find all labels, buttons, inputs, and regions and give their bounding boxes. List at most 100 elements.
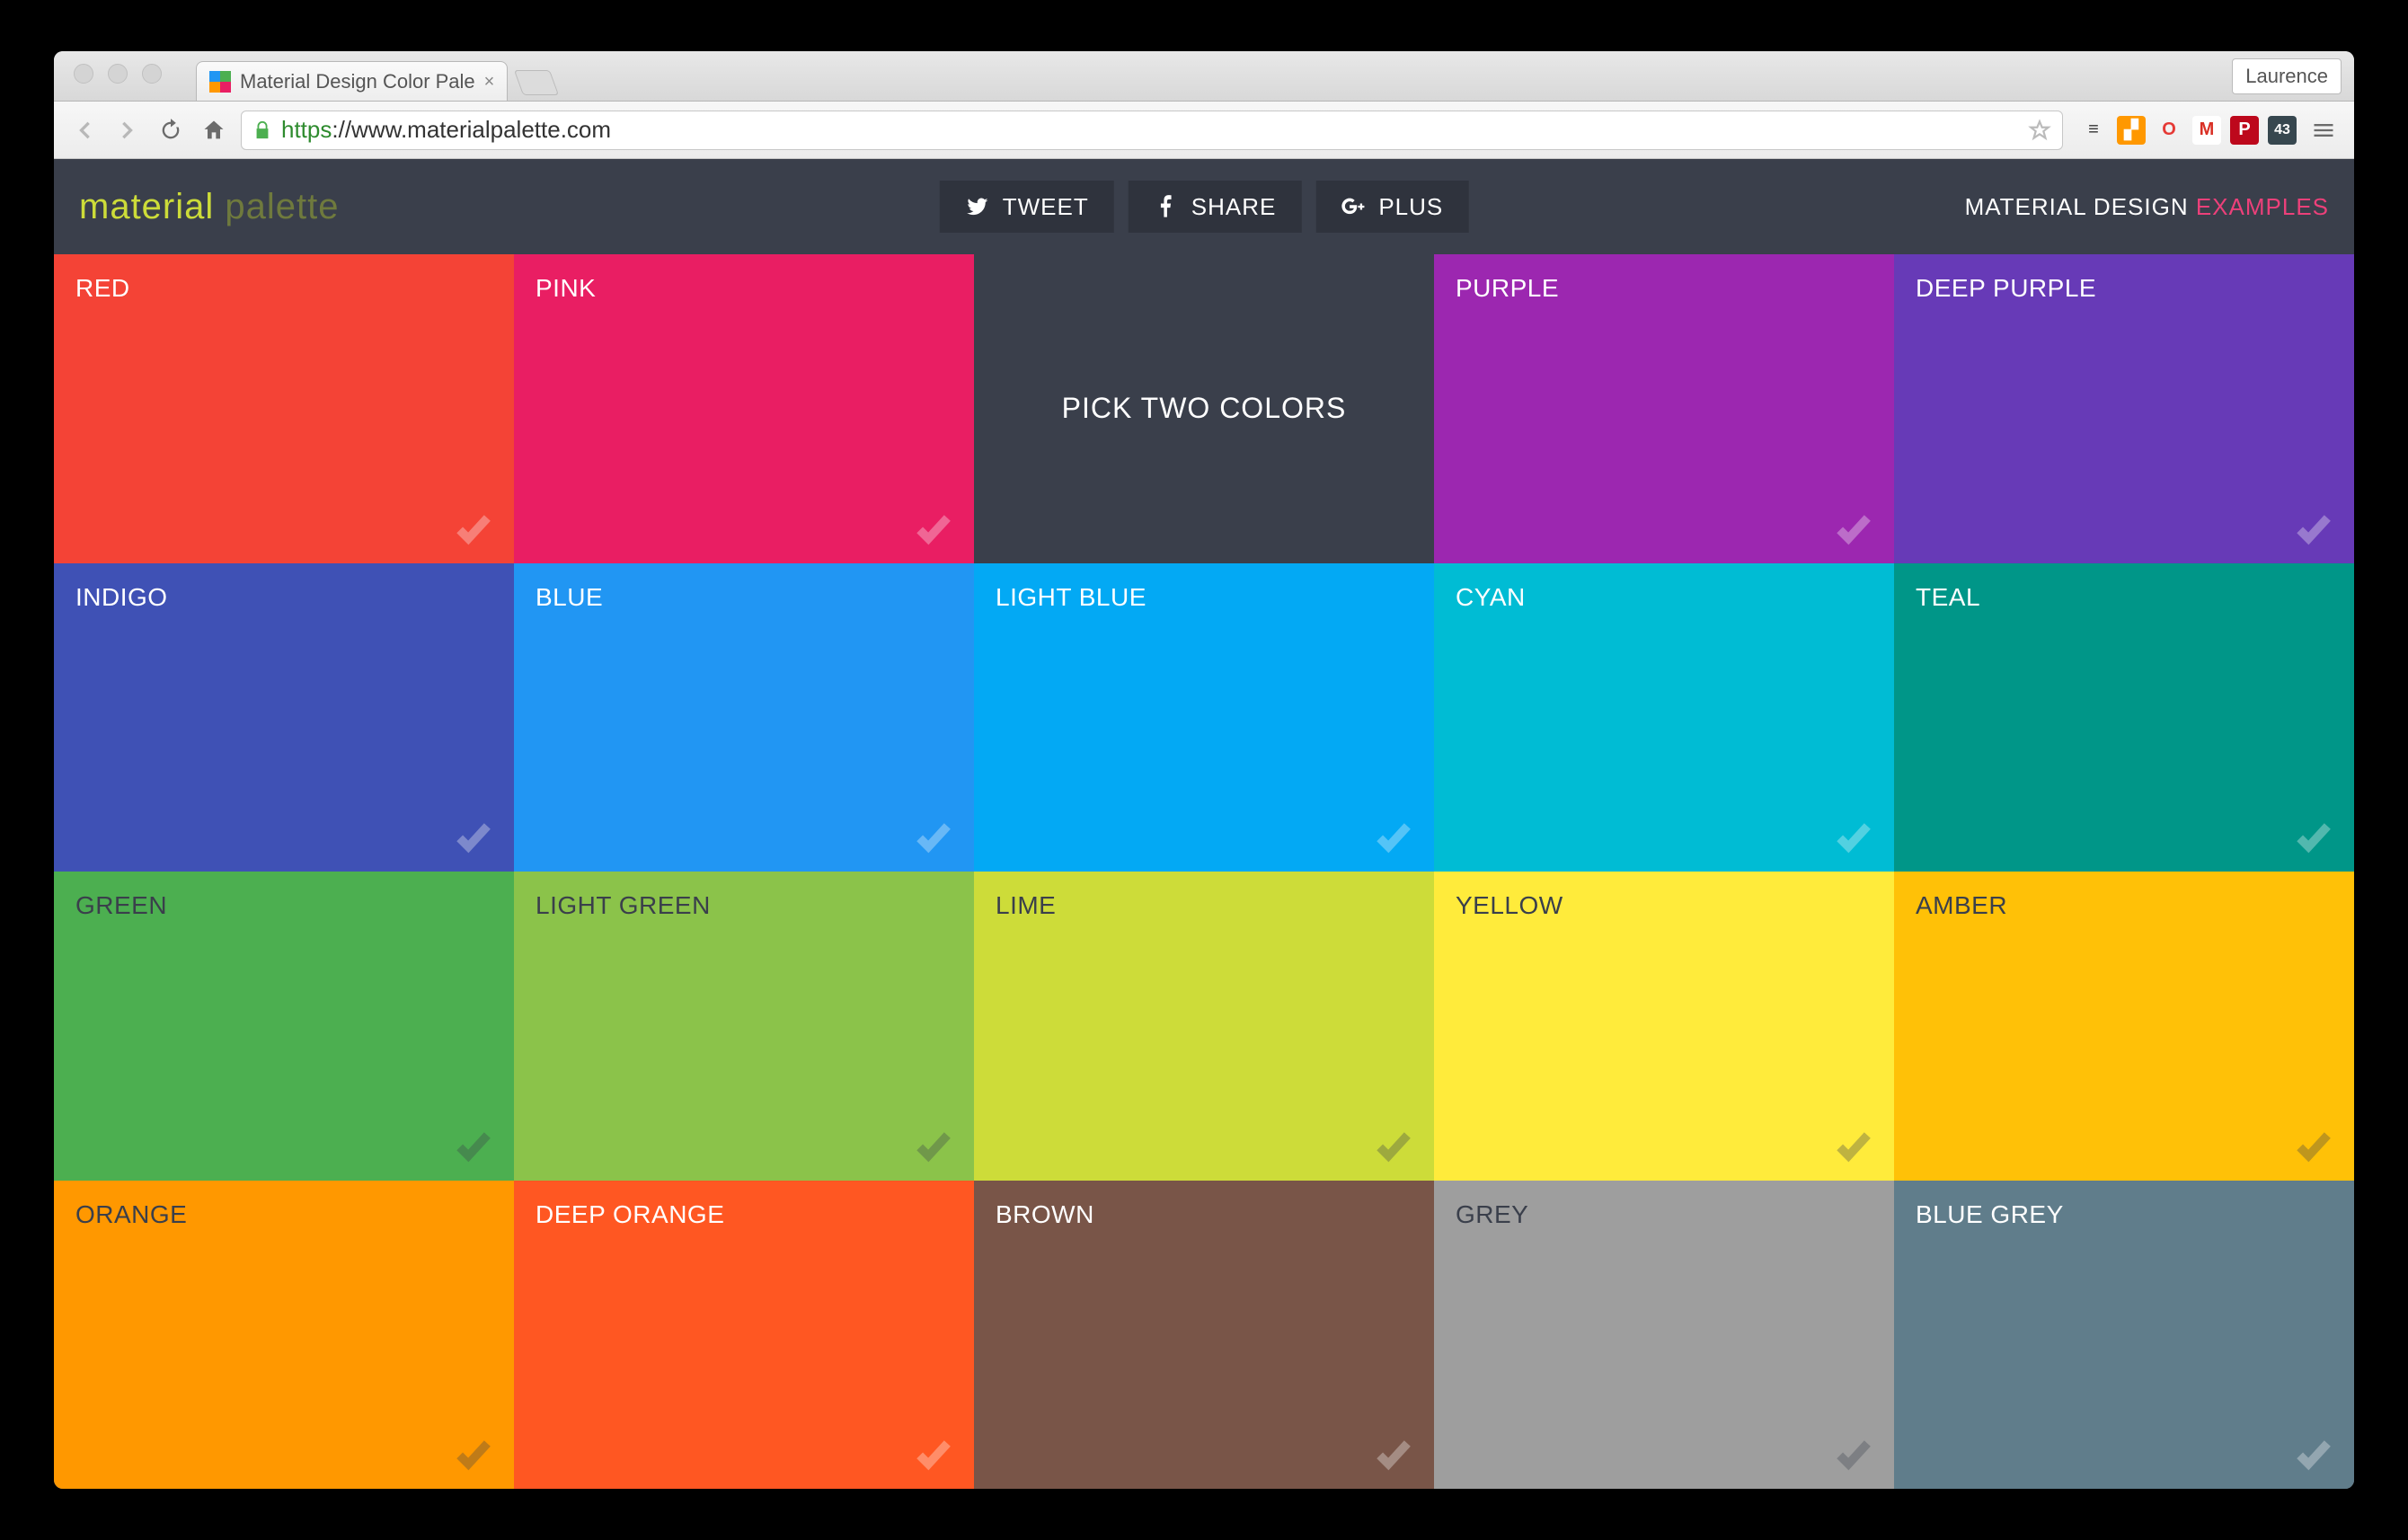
page-content: material palette TWEET SHARE PLUS MATER — [54, 159, 2354, 1489]
check-icon — [1833, 1125, 1874, 1166]
swatch-label: PURPLE — [1456, 274, 1872, 303]
new-tab-button[interactable] — [514, 70, 559, 95]
swatch-orange[interactable]: ORANGE — [54, 1181, 514, 1490]
swatch-label: BLUE GREY — [1916, 1200, 2333, 1229]
check-icon — [2293, 508, 2334, 549]
arrow-right-icon — [115, 118, 140, 143]
swatch-light-green[interactable]: LIGHT GREEN — [514, 872, 974, 1181]
examples-link-highlight: EXAMPLES — [2196, 193, 2329, 220]
swatch-label: LIME — [996, 891, 1412, 920]
window-zoom-button[interactable] — [142, 64, 162, 84]
extension-opera[interactable]: O — [2155, 116, 2183, 145]
swatch-label: DEEP ORANGE — [536, 1200, 952, 1229]
check-icon — [453, 1125, 494, 1166]
extension-gmail[interactable]: M — [2192, 116, 2221, 145]
check-icon — [1373, 1433, 1414, 1474]
tweet-button[interactable]: TWEET — [940, 181, 1114, 233]
check-icon — [453, 1433, 494, 1474]
lock-icon — [252, 120, 272, 140]
swatch-amber[interactable]: AMBER — [1894, 872, 2354, 1181]
close-tab-icon[interactable]: × — [484, 73, 495, 91]
google-plus-icon — [1341, 194, 1366, 219]
url-text: https://www.materialpalette.com — [281, 116, 2019, 144]
back-button[interactable] — [68, 114, 101, 146]
check-icon — [1833, 1433, 1874, 1474]
site-logo[interactable]: material palette — [79, 187, 340, 227]
browser-window: Material Design Color Pale × Laurence ht… — [54, 51, 2354, 1489]
extension-buffer[interactable]: ≡ — [2079, 116, 2108, 145]
swatch-label: AMBER — [1916, 891, 2333, 920]
check-icon — [913, 508, 954, 549]
swatch-label: GREY — [1456, 1200, 1872, 1229]
check-icon — [913, 1125, 954, 1166]
extension-pinterest[interactable]: P — [2230, 116, 2259, 145]
logo-word-2: palette — [225, 187, 339, 226]
tab-title: Material Design Color Pale — [240, 70, 475, 93]
extension-analytics[interactable]: ▞ — [2117, 116, 2146, 145]
plus-label: PLUS — [1378, 193, 1443, 221]
share-label: SHARE — [1191, 193, 1277, 221]
window-controls — [54, 51, 178, 84]
check-icon — [453, 816, 494, 857]
swatch-label: GREEN — [75, 891, 492, 920]
swatch-label: LIGHT GREEN — [536, 891, 952, 920]
check-icon — [453, 508, 494, 549]
swatch-light-blue[interactable]: LIGHT BLUE — [974, 563, 1434, 872]
swatch-blue-grey[interactable]: BLUE GREY — [1894, 1181, 2354, 1490]
check-icon — [1373, 816, 1414, 857]
url-scheme: https — [281, 116, 332, 143]
check-icon — [1373, 1125, 1414, 1166]
bookmark-star-icon[interactable] — [2028, 119, 2051, 142]
swatch-label: BROWN — [996, 1200, 1412, 1229]
logo-word-1: material — [79, 187, 214, 226]
reload-icon — [158, 118, 183, 143]
extension-counter[interactable]: 43 — [2268, 116, 2297, 145]
swatch-label: BLUE — [536, 583, 952, 612]
window-minimize-button[interactable] — [108, 64, 128, 84]
swatch-label: RED — [75, 274, 492, 303]
menu-button[interactable] — [2307, 114, 2340, 146]
swatch-cyan[interactable]: CYAN — [1434, 563, 1894, 872]
home-button[interactable] — [198, 114, 230, 146]
swatch-label: PINK — [536, 274, 952, 303]
arrow-left-icon — [72, 118, 97, 143]
swatch-label: ORANGE — [75, 1200, 492, 1229]
share-button[interactable]: SHARE — [1129, 181, 1302, 233]
address-bar[interactable]: https://www.materialpalette.com — [241, 111, 2063, 150]
check-icon — [913, 1433, 954, 1474]
swatch-blue[interactable]: BLUE — [514, 563, 974, 872]
swatch-pink[interactable]: PINK — [514, 254, 974, 563]
swatch-red[interactable]: RED — [54, 254, 514, 563]
swatch-yellow[interactable]: YELLOW — [1434, 872, 1894, 1181]
forward-button[interactable] — [111, 114, 144, 146]
swatch-grey[interactable]: GREY — [1434, 1181, 1894, 1490]
window-close-button[interactable] — [74, 64, 93, 84]
profile-button[interactable]: Laurence — [2232, 58, 2342, 94]
reload-button[interactable] — [155, 114, 187, 146]
swatch-purple[interactable]: PURPLE — [1434, 254, 1894, 563]
swatch-green[interactable]: GREEN — [54, 872, 514, 1181]
swatch-lime[interactable]: LIME — [974, 872, 1434, 1181]
swatch-label: INDIGO — [75, 583, 492, 612]
site-header: material palette TWEET SHARE PLUS MATER — [54, 159, 2354, 254]
check-icon — [1833, 816, 1874, 857]
swatch-label: DEEP PURPLE — [1916, 274, 2333, 303]
browser-tab[interactable]: Material Design Color Pale × — [196, 61, 508, 101]
share-button-group: TWEET SHARE PLUS — [940, 181, 1469, 233]
swatch-deep-purple[interactable]: DEEP PURPLE — [1894, 254, 2354, 563]
plus-button[interactable]: PLUS — [1315, 181, 1468, 233]
check-icon — [2293, 1125, 2334, 1166]
swatch-indigo[interactable]: INDIGO — [54, 563, 514, 872]
tab-strip: Material Design Color Pale × Laurence — [54, 51, 2354, 102]
swatch-deep-orange[interactable]: DEEP ORANGE — [514, 1181, 974, 1490]
extension-row: ≡ ▞ OMP 43 — [2074, 116, 2297, 145]
examples-link-prefix: MATERIAL DESIGN — [1965, 193, 2196, 220]
examples-link[interactable]: MATERIAL DESIGN EXAMPLES — [1965, 193, 2329, 221]
hamburger-icon — [2311, 118, 2336, 143]
swatch-brown[interactable]: BROWN — [974, 1181, 1434, 1490]
check-icon — [913, 816, 954, 857]
swatch-teal[interactable]: TEAL — [1894, 563, 2354, 872]
picker-instruction: PICK TWO COLORS — [1062, 392, 1347, 425]
swatch-label: TEAL — [1916, 583, 2333, 612]
browser-toolbar: https://www.materialpalette.com ≡ ▞ OMP 43 — [54, 102, 2354, 159]
